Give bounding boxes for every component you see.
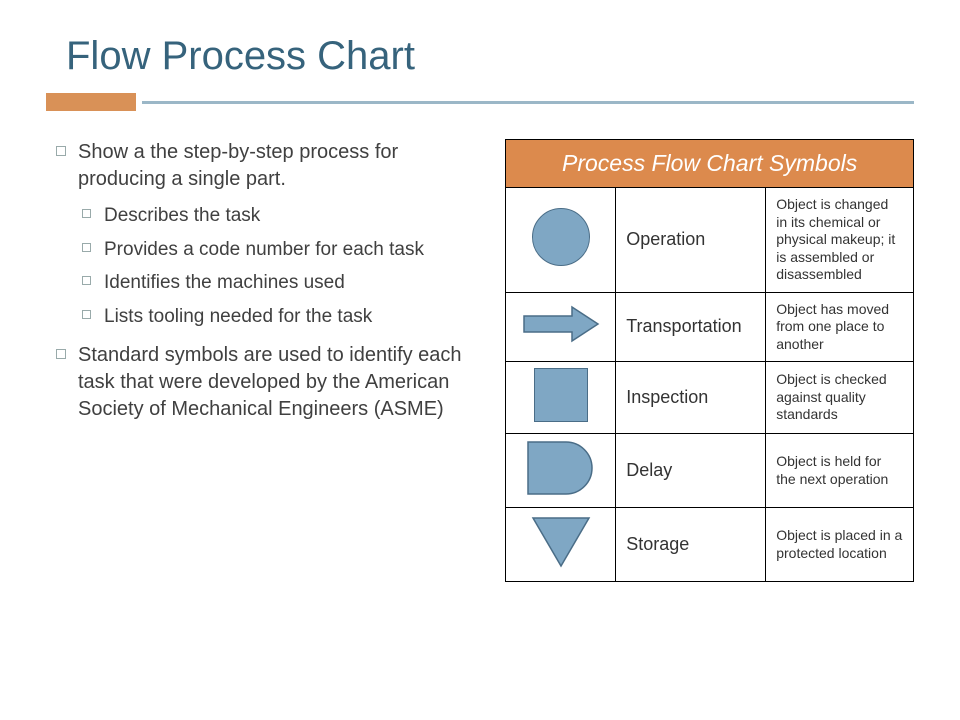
symbol-desc: Object has moved from one place to anoth… [766,292,914,362]
delay-icon [526,440,596,496]
table-row: Delay Object is held for the next operat… [506,434,914,508]
sub-bullet-item: Identifies the machines used [78,270,481,296]
title-rule [46,93,914,111]
symbol-name: Inspection [616,362,766,434]
symbol-cell [506,292,616,362]
bullet-item: Show a the step-by-step process for prod… [52,139,481,330]
arrow-icon [522,304,600,344]
right-column: Process Flow Chart Symbols Operation Obj… [505,139,914,582]
sub-bullet-item: Provides a code number for each task [78,237,481,263]
symbol-name: Operation [616,188,766,293]
symbol-name: Delay [616,434,766,508]
symbol-desc: Object is placed in a protected location [766,508,914,582]
sub-bullet-list: Describes the task Provides a code numbe… [78,203,481,330]
symbol-desc: Object is changed in its chemical or phy… [766,188,914,293]
sub-bullet-item: Describes the task [78,203,481,229]
page-title: Flow Process Chart [66,34,914,79]
table-row: Transportation Object has moved from one… [506,292,914,362]
accent-line [142,101,914,104]
symbol-cell [506,434,616,508]
table-header-row: Process Flow Chart Symbols [506,140,914,188]
symbol-cell [506,508,616,582]
left-column: Show a the step-by-step process for prod… [46,139,481,582]
symbol-desc: Object is checked against quality standa… [766,362,914,434]
bullet-text: Show a the step-by-step process for prod… [78,141,398,190]
content-row: Show a the step-by-step process for prod… [46,139,914,582]
accent-block [46,93,136,111]
table-row: Operation Object is changed in its chemi… [506,188,914,293]
slide: Flow Process Chart Show a the step-by-st… [0,0,960,612]
table-row: Inspection Object is checked against qua… [506,362,914,434]
triangle-icon [529,514,593,570]
symbol-name: Storage [616,508,766,582]
symbol-cell [506,362,616,434]
symbol-desc: Object is held for the next operation [766,434,914,508]
table-row: Storage Object is placed in a protected … [506,508,914,582]
symbol-cell [506,188,616,293]
symbols-table: Process Flow Chart Symbols Operation Obj… [505,139,914,582]
table-header: Process Flow Chart Symbols [506,140,914,188]
sub-bullet-item: Lists tooling needed for the task [78,304,481,330]
bullet-item: Standard symbols are used to identify ea… [52,342,481,423]
symbol-name: Transportation [616,292,766,362]
circle-icon [532,208,590,266]
bullet-list: Show a the step-by-step process for prod… [52,139,481,423]
square-icon [534,368,588,422]
